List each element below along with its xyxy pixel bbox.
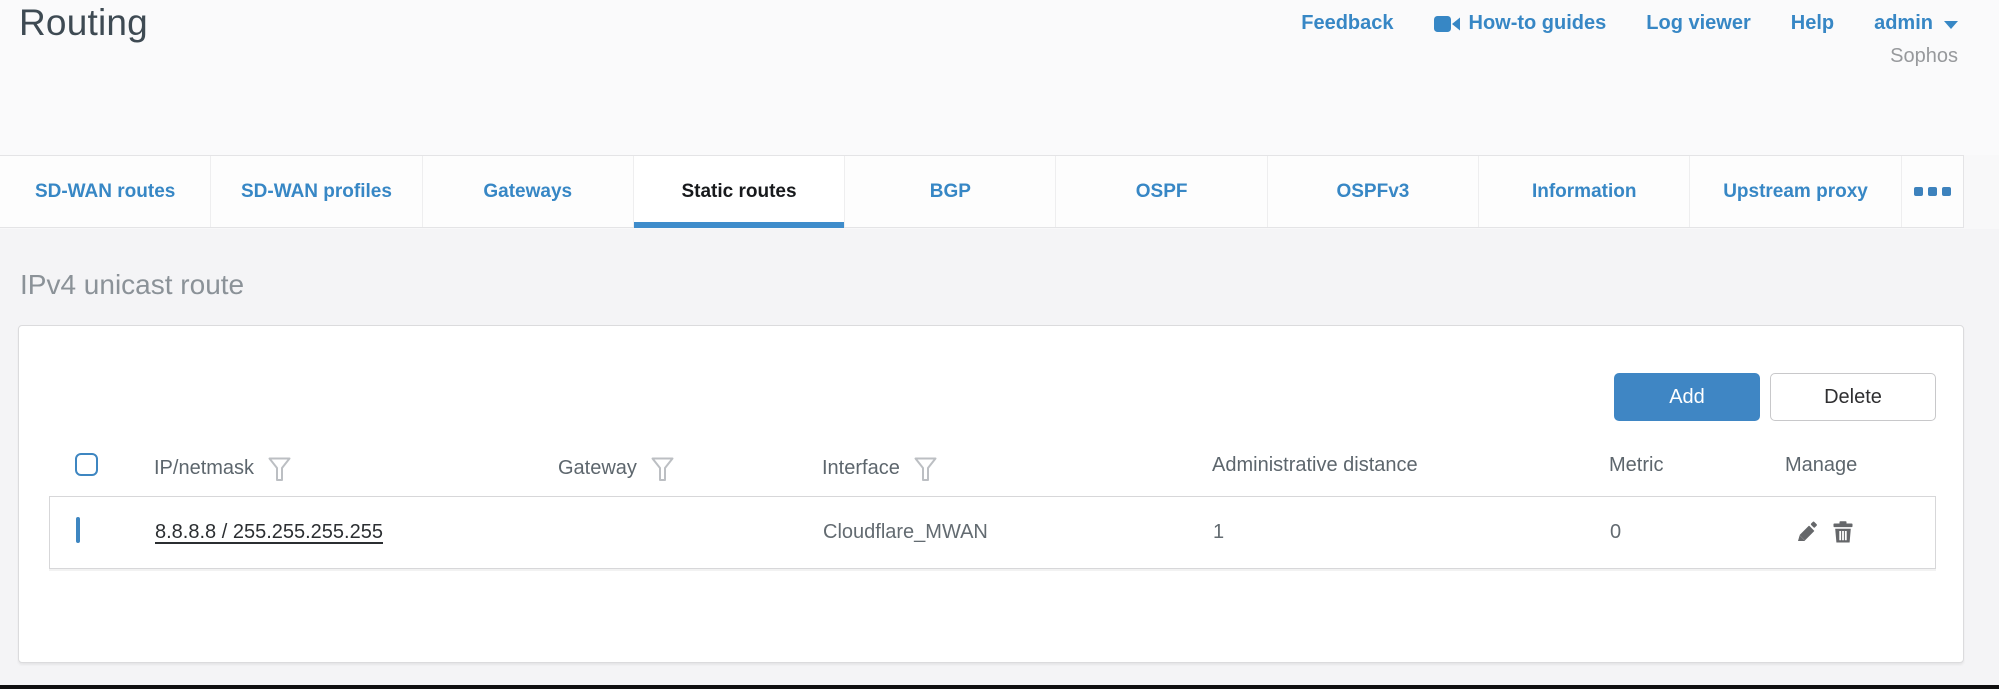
tab-sd-wan-routes[interactable]: SD-WAN routes (0, 156, 211, 227)
routing-tabbar: SD-WAN routes SD-WAN profiles Gateways S… (0, 155, 1964, 228)
table-actions: Add Delete (1614, 373, 1936, 421)
row-checkbox[interactable] (76, 517, 80, 543)
help-link[interactable]: Help (1791, 12, 1834, 35)
tab-label: Static routes (681, 181, 796, 203)
section-title: IPv4 unicast route (20, 269, 244, 301)
log-viewer-label: Log viewer (1646, 12, 1750, 35)
ipv4-unicast-route-panel: Add Delete IP/netmask Gateway (18, 325, 1964, 663)
filter-icon[interactable] (914, 454, 937, 482)
routing-page: Routing Feedback How-to guides Log viewe… (0, 0, 1999, 689)
tab-ospf[interactable]: OSPF (1056, 156, 1267, 227)
feedback-link[interactable]: Feedback (1301, 12, 1393, 35)
column-header-manage: Manage (1785, 454, 1857, 477)
route-ip-netmask-link[interactable]: 8.8.8.8 / 255.255.255.255 (155, 521, 383, 543)
tab-label: Upstream proxy (1723, 181, 1868, 203)
edit-pencil-icon[interactable] (1794, 519, 1820, 545)
screen-bottom-edge (0, 685, 1999, 689)
table-row: 8.8.8.8 / 255.255.255.255 Cloudflare_MWA… (49, 496, 1936, 569)
tab-label: Gateways (483, 181, 572, 203)
tab-label: Information (1532, 181, 1637, 203)
tab-label: BGP (930, 181, 971, 203)
tab-information[interactable]: Information (1479, 156, 1690, 227)
column-header-ip-netmask: IP/netmask (154, 457, 254, 480)
tab-upstream-proxy[interactable]: Upstream proxy (1690, 156, 1901, 227)
select-all-checkbox[interactable] (75, 453, 98, 476)
how-to-guides-label: How-to guides (1469, 12, 1607, 35)
route-interface-value: Cloudflare_MWAN (823, 521, 988, 544)
route-metric-value: 0 (1610, 521, 1621, 544)
tab-gateways[interactable]: Gateways (423, 156, 634, 227)
tab-ospfv3[interactable]: OSPFv3 (1268, 156, 1479, 227)
feedback-link-label: Feedback (1301, 12, 1393, 35)
column-header-administrative-distance: Administrative distance (1212, 454, 1418, 477)
chevron-down-icon (1944, 21, 1958, 29)
add-button[interactable]: Add (1614, 373, 1760, 421)
column-header-gateway: Gateway (558, 457, 637, 480)
table-header: IP/netmask Gateway (19, 440, 1963, 496)
tab-label: OSPF (1136, 181, 1188, 203)
filter-icon[interactable] (651, 454, 674, 482)
admin-menu[interactable]: admin (1874, 12, 1958, 35)
page-header: Routing Feedback How-to guides Log viewe… (0, 0, 1999, 155)
tab-label: OSPFv3 (1336, 181, 1409, 203)
route-manage-cell (1794, 519, 1856, 545)
column-header-metric: Metric (1609, 454, 1663, 477)
tab-label: SD-WAN profiles (241, 181, 392, 203)
route-administrative-distance-value: 1 (1213, 521, 1224, 544)
delete-trash-icon[interactable] (1830, 519, 1856, 545)
column-header-interface: Interface (822, 457, 900, 480)
how-to-guides-link[interactable]: How-to guides (1434, 12, 1607, 35)
video-camera-icon (1434, 15, 1460, 33)
filter-icon[interactable] (268, 454, 291, 482)
help-label: Help (1791, 12, 1834, 35)
content-area: IPv4 unicast route Add Delete IP/netmask (0, 229, 1999, 689)
admin-menu-label: admin (1874, 12, 1933, 35)
tabs-overflow-button[interactable] (1902, 156, 1963, 227)
tab-sd-wan-profiles[interactable]: SD-WAN profiles (211, 156, 422, 227)
tab-bgp[interactable]: BGP (845, 156, 1056, 227)
tab-label: SD-WAN routes (35, 181, 175, 203)
account-name: Sophos (1890, 45, 1958, 68)
ellipsis-icon (1914, 187, 1951, 196)
delete-button[interactable]: Delete (1770, 373, 1936, 421)
header-links: Feedback How-to guides Log viewer Help a… (1301, 12, 1958, 35)
page-title: Routing (19, 2, 148, 44)
tab-static-routes[interactable]: Static routes (634, 156, 845, 227)
log-viewer-link[interactable]: Log viewer (1646, 12, 1750, 35)
